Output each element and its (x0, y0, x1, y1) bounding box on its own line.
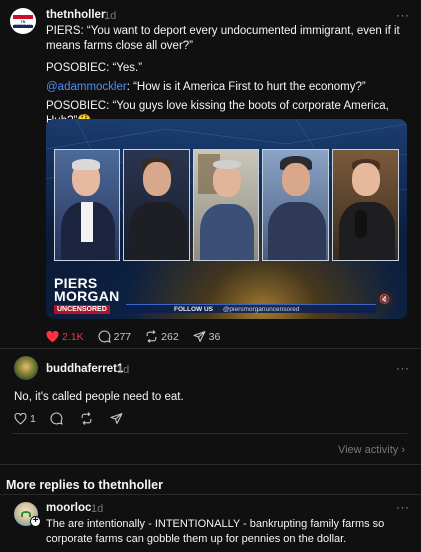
repost-icon (146, 330, 157, 343)
reply-timestamp: 1d (117, 364, 130, 376)
section-divider (0, 464, 421, 465)
author-username[interactable]: thetnholler (46, 9, 105, 21)
heading-divider (0, 494, 421, 495)
repost-icon (81, 412, 92, 425)
view-activity-link[interactable]: View activity › (338, 444, 405, 456)
reply2-timestamp: 1d (91, 503, 104, 515)
social-handle: @piersmorganuncensored (222, 306, 300, 313)
send-icon (110, 413, 123, 424)
heart-icon (46, 330, 59, 342)
reply2-more-options-icon[interactable]: ··· (396, 500, 410, 514)
video-panel-1 (54, 149, 120, 261)
reply-username[interactable]: buddhaferret1 (46, 363, 123, 375)
repost-count: 262 (161, 330, 179, 343)
reply-repost-button[interactable] (80, 412, 96, 425)
comment-icon (50, 412, 63, 425)
share-count: 36 (208, 330, 221, 343)
video-panel-3 (193, 149, 259, 261)
more-replies-heading: More replies to thetnholler (6, 478, 163, 492)
post-text-paragraph-1: PIERS: “You want to deport every undocum… (46, 25, 400, 52)
post-text-paragraph-2: POSOBIEC: “Yes.” (46, 62, 143, 74)
follow-us-label: FOLLOW US (174, 306, 213, 313)
send-icon (193, 331, 206, 342)
comment-icon (98, 330, 111, 343)
video-panel-4 (262, 149, 329, 261)
reply-more-options-icon[interactable]: ··· (396, 361, 410, 375)
comment-button[interactable]: 277 (98, 330, 132, 343)
post-divider (0, 348, 421, 349)
reply-like-button[interactable]: 1 (14, 412, 36, 425)
video-player[interactable]: PIERS MORGAN UNCENSORED FOLLOW US @piers… (46, 119, 407, 319)
activity-divider-top (12, 433, 407, 434)
reply-avatar[interactable] (14, 356, 38, 380)
post-text-paragraph-3: @adammockler: “How is it America First t… (46, 80, 406, 95)
share-button[interactable]: 36 (193, 330, 221, 343)
show-logo-subtitle: UNCENSORED (54, 305, 110, 314)
more-options-icon[interactable]: ··· (396, 8, 410, 22)
heart-outline-icon (14, 412, 27, 425)
reply-like-count: 1 (30, 412, 36, 425)
post-actions: 2.1K 277 262 36 (46, 330, 234, 343)
comment-count: 277 (113, 330, 132, 343)
like-count: 2.1K (62, 330, 84, 343)
reply2-username[interactable]: moorloc (46, 502, 91, 514)
show-logo-line-2: MORGAN (54, 288, 120, 304)
reply-share-button[interactable] (110, 412, 126, 425)
follow-plus-icon[interactable]: + (30, 516, 41, 527)
reply-actions: 1 (14, 412, 140, 425)
show-logo: PIERS MORGAN (54, 276, 120, 304)
video-panel-5 (332, 149, 399, 261)
mention-link[interactable]: @adammockler (46, 81, 127, 93)
video-panel-2 (123, 149, 190, 261)
post-text-paragraph-3-rest: : “How is it America First to hurt the e… (126, 81, 366, 93)
repost-button[interactable]: 262 (145, 330, 179, 343)
reply-text: No, it's called people need to eat. (14, 391, 184, 403)
post-timestamp: 1d (104, 10, 117, 22)
like-button[interactable]: 2.1K (46, 330, 84, 343)
reply2-text: The are intentionally - INTENTIONALLY - … (46, 518, 385, 545)
mute-icon[interactable]: 🔇 (377, 291, 393, 307)
follow-us-banner: FOLLOW US @piersmorganuncensored (126, 304, 376, 313)
reply-comment-button[interactable] (50, 412, 66, 425)
author-avatar[interactable]: TN FREEDOM (10, 8, 36, 34)
